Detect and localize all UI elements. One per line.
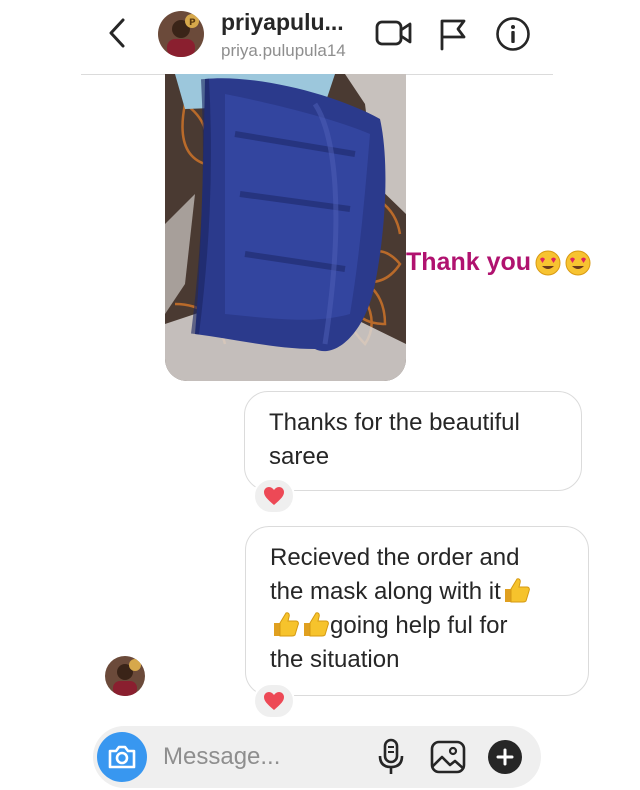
camera-button[interactable] bbox=[97, 732, 147, 782]
message-line: the mask along with it bbox=[270, 578, 501, 605]
heart-reaction-badge[interactable] bbox=[253, 478, 295, 514]
username[interactable]: priyapulu... bbox=[221, 9, 344, 36]
shared-photo[interactable] bbox=[165, 74, 406, 381]
flag-icon[interactable] bbox=[437, 17, 469, 51]
heart-icon bbox=[264, 692, 284, 710]
heart-eyes-emoji bbox=[565, 250, 591, 275]
message-input[interactable] bbox=[163, 740, 363, 774]
message-bubble[interactable]: Recieved the order and the mask along wi… bbox=[245, 526, 589, 696]
video-camera-icon[interactable] bbox=[375, 18, 413, 48]
message-line: saree bbox=[269, 443, 330, 470]
heart-reaction-badge[interactable] bbox=[253, 683, 295, 719]
microphone-icon[interactable] bbox=[378, 738, 404, 776]
chat-column: P priyapulu... priya.pulupula14 Thanks f… bbox=[81, 0, 589, 790]
thumbs-up-emoji bbox=[274, 612, 299, 637]
avatar[interactable]: P bbox=[158, 11, 204, 57]
user-handle: priya.pulupula14 bbox=[221, 41, 346, 60]
message-composer bbox=[93, 726, 541, 788]
chevron-left-icon[interactable] bbox=[103, 17, 131, 49]
message-line: Thanks for the beautiful bbox=[269, 409, 520, 436]
thank-you-note: Thank you bbox=[406, 248, 591, 277]
svg-text:P: P bbox=[189, 18, 196, 28]
thank-you-text: Thank you bbox=[406, 248, 532, 276]
heart-eyes-emoji bbox=[535, 250, 561, 275]
gallery-icon[interactable] bbox=[430, 740, 466, 774]
plus-icon[interactable] bbox=[488, 740, 522, 774]
message-line: Recieved the order and bbox=[270, 544, 520, 571]
heart-icon bbox=[264, 487, 284, 505]
thumbs-up-emoji bbox=[304, 612, 329, 637]
chat-header: P priyapulu... priya.pulupula14 bbox=[81, 0, 553, 75]
camera-icon bbox=[108, 745, 136, 769]
info-icon[interactable] bbox=[495, 16, 531, 52]
message-line: going help ful for bbox=[330, 612, 508, 639]
message-line: the situation bbox=[270, 646, 400, 673]
avatar[interactable] bbox=[105, 656, 145, 696]
thumbs-up-emoji bbox=[504, 578, 530, 603]
message-bubble[interactable]: Thanks for the beautiful saree bbox=[244, 391, 582, 491]
